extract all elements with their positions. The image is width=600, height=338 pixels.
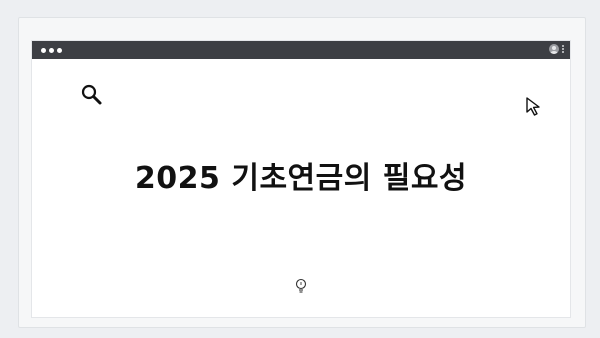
window-dot-icon[interactable]	[49, 47, 54, 53]
titlebar-actions	[549, 44, 564, 54]
search-icon[interactable]	[80, 83, 104, 107]
more-vertical-icon[interactable]	[562, 45, 564, 53]
lightbulb-icon	[295, 278, 307, 293]
window-controls	[41, 47, 62, 53]
window-dot-icon[interactable]	[41, 47, 46, 53]
user-icon[interactable]	[549, 44, 559, 54]
window-dot-icon[interactable]	[57, 47, 62, 53]
browser-window: 2025 기초연금의 필요성	[32, 41, 570, 317]
page-title: 2025 기초연금의 필요성	[134, 161, 468, 196]
cursor-icon	[526, 97, 540, 116]
window-titlebar	[32, 41, 570, 59]
